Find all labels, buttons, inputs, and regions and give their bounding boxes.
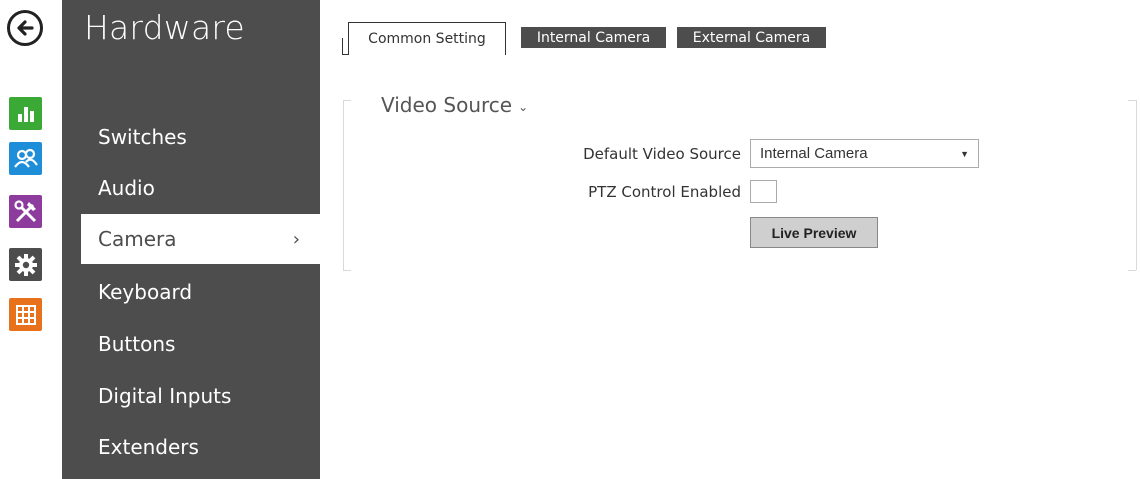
services-tools-icon[interactable] <box>9 195 42 228</box>
menu-item-label: Audio <box>98 176 155 200</box>
settings-gear-icon[interactable] <box>9 248 42 281</box>
menu-item-label: Extenders <box>98 435 199 459</box>
menu-item-digital-inputs[interactable]: Digital Inputs <box>62 371 320 421</box>
section-frame-corner <box>1128 270 1136 271</box>
menu-item-switches[interactable]: Switches <box>62 112 320 162</box>
menu-item-label: Keyboard <box>98 280 193 304</box>
default-video-source-select[interactable]: Internal Camera ▼ <box>750 139 979 168</box>
back-button[interactable] <box>7 10 43 46</box>
section-video-source[interactable]: Video Source ⌄ <box>381 93 528 117</box>
ptz-control-label: PTZ Control Enabled <box>588 183 741 201</box>
select-value: Internal Camera <box>760 145 868 162</box>
section-frame-right <box>1136 100 1137 270</box>
status-chart-icon[interactable] <box>9 97 42 130</box>
menu-item-label: Camera <box>98 227 177 251</box>
users-icon[interactable] <box>9 142 42 175</box>
menu-title: Hardware <box>84 8 245 47</box>
tab-external-camera[interactable]: External Camera <box>677 27 826 48</box>
hardware-menu: Hardware Switches Audio Camera › Keyboar… <box>62 0 320 479</box>
dropdown-arrow-icon: ▼ <box>960 149 969 159</box>
system-grid-icon[interactable] <box>9 298 42 331</box>
menu-item-buttons[interactable]: Buttons <box>62 319 320 369</box>
menu-item-keyboard[interactable]: Keyboard <box>62 267 320 317</box>
section-frame-left <box>343 100 344 270</box>
tab-internal-camera[interactable]: Internal Camera <box>521 27 666 48</box>
menu-item-camera[interactable]: Camera › <box>81 214 320 264</box>
tab-common-setting[interactable]: Common Setting <box>348 22 506 55</box>
ptz-control-checkbox[interactable] <box>750 180 777 203</box>
default-video-source-label: Default Video Source <box>583 145 741 163</box>
menu-item-label: Buttons <box>98 332 176 356</box>
chevron-down-icon: ⌄ <box>518 99 529 114</box>
menu-item-label: Switches <box>98 125 187 149</box>
section-frame-corner <box>343 100 351 101</box>
tab-divider <box>342 38 343 55</box>
section-frame-corner <box>1128 100 1136 101</box>
back-arrow-icon <box>17 20 34 36</box>
chevron-right-icon: › <box>292 228 300 250</box>
section-title: Video Source <box>381 93 513 117</box>
section-frame-corner <box>343 270 351 271</box>
live-preview-button[interactable]: Live Preview <box>750 217 878 248</box>
menu-item-audio[interactable]: Audio <box>62 163 320 213</box>
menu-item-label: Digital Inputs <box>98 384 232 408</box>
menu-item-extenders[interactable]: Extenders <box>62 422 320 472</box>
